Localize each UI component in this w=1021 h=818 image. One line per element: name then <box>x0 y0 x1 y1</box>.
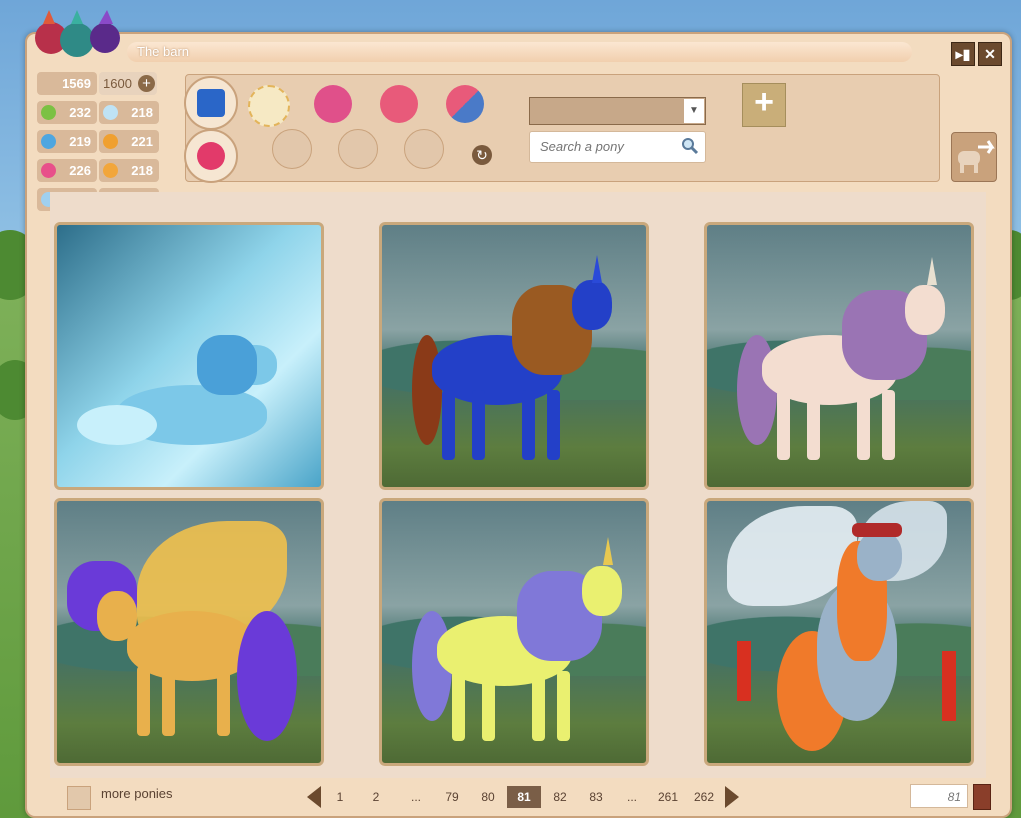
refresh-icon[interactable]: ↻ <box>472 145 492 165</box>
pony-card[interactable] <box>704 222 974 490</box>
add-gold-icon[interactable]: + <box>138 75 155 92</box>
barn-window: The barn ▸▮ ✕ 1569 1600 + 232 218 219 22… <box>25 10 1012 818</box>
apple-icon <box>41 105 56 120</box>
filter-eye-slot[interactable] <box>404 129 444 169</box>
folder-star-icon <box>197 89 225 117</box>
page-link[interactable]: 80 <box>471 786 505 808</box>
minimize-button[interactable]: ▸▮ <box>951 42 975 66</box>
filter-toolbar: ↻ ▼ + <box>184 74 940 183</box>
stat-value: 226 <box>69 163 91 178</box>
page-link[interactable]: 79 <box>435 786 469 808</box>
more-ponies-checkbox[interactable] <box>67 786 91 810</box>
go-to-page-button[interactable] <box>973 784 991 810</box>
page-ellipsis: ... <box>410 790 421 804</box>
pony-card[interactable] <box>379 222 649 490</box>
page-link[interactable]: 2 <box>359 786 393 808</box>
close-button[interactable]: ✕ <box>978 42 1002 66</box>
hoof-icon <box>41 134 56 149</box>
search-box <box>529 131 706 163</box>
prev-page-icon[interactable] <box>307 786 321 808</box>
gold-value: 1569 <box>37 72 97 95</box>
filter-trophy-slot[interactable] <box>338 129 378 169</box>
stat-value: 219 <box>69 134 91 149</box>
add-button[interactable]: + <box>742 83 786 127</box>
page-link[interactable]: 1 <box>323 786 357 808</box>
chevron-down-icon: ▼ <box>684 99 704 123</box>
stat-value: 218 <box>131 105 153 120</box>
filter-unicorn-slot[interactable] <box>272 129 312 169</box>
stat-cloud: 218 <box>99 101 159 124</box>
next-page-icon[interactable] <box>725 786 739 808</box>
hat-icon <box>852 523 902 537</box>
pony-export-icon <box>958 140 995 173</box>
stat-fire: 221 <box>99 130 159 153</box>
more-ponies-label: more ponies <box>101 786 173 801</box>
window-title: The barn <box>127 42 912 62</box>
heart-icon <box>41 163 56 178</box>
firework-icon <box>737 641 751 701</box>
search-input[interactable] <box>538 138 682 155</box>
page-link[interactable]: 82 <box>543 786 577 808</box>
pony-card[interactable] <box>54 498 324 766</box>
page-link[interactable]: 83 <box>579 786 613 808</box>
stat-hoof: 219 <box>37 130 97 153</box>
page-number-input[interactable]: 81 <box>910 784 968 808</box>
filter-gender-button[interactable] <box>314 85 352 123</box>
pony-card[interactable] <box>379 498 649 766</box>
gold-total: 1600 + <box>99 72 157 95</box>
fire-icon <box>103 134 118 149</box>
stat-value: 232 <box>69 105 91 120</box>
cloud-icon <box>103 105 118 120</box>
stat-value: 221 <box>131 134 153 149</box>
stat-heart: 226 <box>37 159 97 182</box>
star-icon <box>197 142 225 170</box>
category-select[interactable]: ▼ <box>529 97 706 125</box>
stat-paw: 218 <box>99 159 159 182</box>
gold-total-value: 1600 <box>103 76 132 91</box>
page-link-current[interactable]: 81 <box>507 786 541 808</box>
pony-grid <box>50 192 986 778</box>
game-logo-icon <box>35 10 120 57</box>
tab-favorites[interactable] <box>184 129 238 183</box>
filter-love-button[interactable] <box>380 85 418 123</box>
stat-value: 218 <box>131 163 153 178</box>
export-pony-button[interactable] <box>951 132 997 182</box>
page-link[interactable]: 261 <box>651 786 685 808</box>
filter-colors-button[interactable] <box>248 85 290 127</box>
page-link[interactable]: 262 <box>687 786 721 808</box>
paw-icon <box>103 163 118 178</box>
search-icon[interactable] <box>681 137 699 155</box>
stat-apple: 232 <box>37 101 97 124</box>
firework-icon <box>942 651 956 721</box>
footer-bar: more ponies 1 2 ... 79 80 81 82 83 ... 2… <box>57 782 997 812</box>
tab-folder[interactable] <box>184 76 238 130</box>
pony-card[interactable] <box>704 498 974 766</box>
page-ellipsis: ... <box>626 790 637 804</box>
filter-breed-button[interactable] <box>446 85 484 123</box>
pony-card[interactable] <box>54 222 324 490</box>
